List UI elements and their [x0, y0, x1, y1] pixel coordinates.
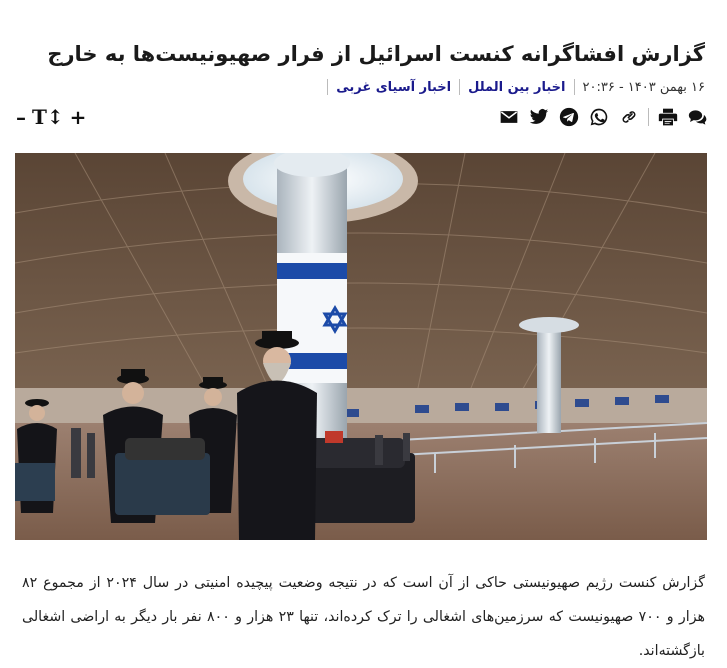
meta-divider — [573, 79, 575, 95]
print-icon[interactable] — [657, 106, 679, 128]
meta-divider — [459, 79, 461, 95]
decrease-font-button[interactable]: – — [16, 105, 26, 129]
comments-icon[interactable] — [687, 106, 709, 128]
article-image — [15, 153, 707, 540]
email-icon[interactable] — [498, 106, 520, 128]
copy-link-icon[interactable] — [618, 106, 640, 128]
article-lead: گزارش کنست رژیم صهیونیستی حاکی از آن است… — [22, 575, 706, 660]
meta-divider — [327, 79, 329, 95]
font-size-controls: – T↕ + — [16, 104, 86, 130]
article-date: ۱۶ بهمن ۱۴۰۳ - ۲۰:۳۶ — [582, 79, 705, 95]
article-meta: ۱۶ بهمن ۱۴۰۳ - ۲۰:۳۶ اخبار بین الملل اخب… — [327, 76, 705, 98]
share-toolbar — [498, 105, 709, 129]
share-divider — [648, 108, 649, 126]
increase-font-button[interactable]: + — [70, 105, 87, 129]
whatsapp-icon[interactable] — [588, 106, 610, 128]
category-link-international[interactable]: اخبار بین الملل — [468, 80, 565, 95]
article-page: گزارش افشاگرانه کنست اسرائیل از فرار صهی… — [0, 0, 727, 659]
telegram-icon[interactable] — [558, 106, 580, 128]
font-size-icon: T↕ — [32, 105, 64, 129]
twitter-icon[interactable] — [528, 106, 550, 128]
article-title: گزارش افشاگرانه کنست اسرائیل از فرار صهی… — [47, 42, 705, 67]
category-link-west-asia[interactable]: اخبار آسیای غربی — [336, 80, 451, 95]
